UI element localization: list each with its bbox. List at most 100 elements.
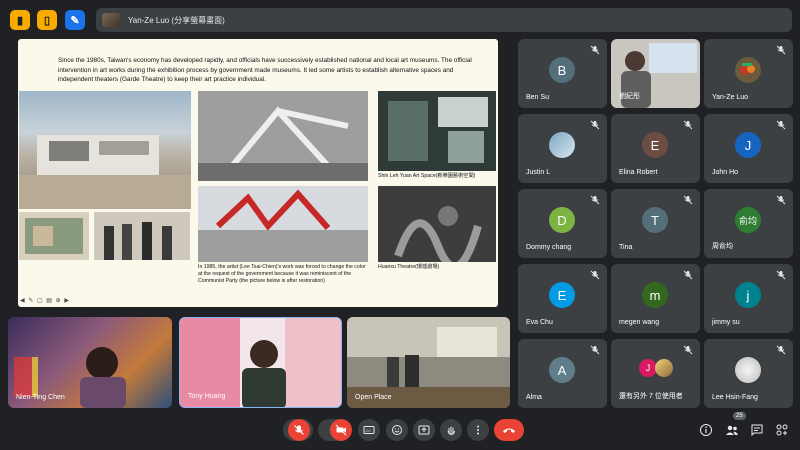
participant-name: Elina Robert (619, 169, 658, 176)
participant-tile[interactable]: B Ben Su (518, 39, 607, 108)
participant-name: Tony Huang (188, 393, 226, 400)
present-icon (418, 425, 430, 435)
participant-name: Tina (619, 244, 633, 251)
participant-name: 周俞均 (712, 243, 733, 250)
participant-name: Dommy chang (526, 244, 572, 251)
avatar: T (642, 207, 668, 233)
video-tile-open-place[interactable]: Open Place (347, 317, 510, 408)
participant-tile[interactable]: 俞均周俞均 (704, 189, 793, 258)
avatar (549, 132, 575, 158)
avatar: m (642, 282, 668, 308)
mic-off-icon (294, 425, 304, 435)
avatar (655, 359, 673, 377)
mic-off-icon (683, 270, 693, 280)
avatar: A (549, 357, 575, 383)
participant-count-badge: 25 (733, 412, 746, 420)
participant-name: megen wang (619, 319, 660, 326)
camera-toggle-button[interactable] (330, 419, 352, 441)
camera-off-icon (335, 424, 347, 436)
participant-name: John Ho (712, 169, 739, 176)
photo-red-sculpture (198, 186, 368, 262)
participant-tile[interactable]: A Alma (518, 339, 607, 408)
mic-off-icon (683, 195, 693, 205)
mic-off-icon (683, 120, 693, 130)
present-button[interactable] (413, 419, 435, 441)
caption-lee-tsai-chien: In 1985, the artist (Lee Tsai-Chien)'s w… (198, 264, 366, 284)
mic-off-icon (590, 270, 600, 280)
participant-name: 還有另外 7 位使用者 (619, 393, 683, 400)
raise-hand-button[interactable] (440, 419, 462, 441)
mic-off-icon (776, 45, 786, 55)
app-icon-3[interactable]: ✎ (65, 10, 85, 30)
participant-name: Alma (526, 394, 542, 401)
emoji-button[interactable] (386, 419, 408, 441)
participant-tile[interactable]: E Elina Robert (611, 114, 700, 183)
participant-tile[interactable]: D Dommy chang (518, 189, 607, 258)
participant-name: Yan-Ze Luo (712, 94, 749, 101)
participant-tile[interactable]: j jimmy su (704, 264, 793, 333)
captions-button[interactable]: CC (358, 419, 380, 441)
shared-screen-slide: Since the 1980s, Taiwan's economy has de… (18, 39, 498, 307)
info-icon[interactable] (699, 423, 713, 437)
avatar: E (642, 132, 668, 158)
app-icon-1[interactable]: ▮ (10, 10, 30, 30)
participant-name: Nien-Ting Chen (16, 394, 65, 401)
photo-art-space (378, 91, 496, 171)
participant-tile[interactable]: J John Ho (704, 114, 793, 183)
participant-name: Eva Chu (526, 319, 553, 326)
chat-icon[interactable] (750, 423, 764, 437)
captions-icon: CC (363, 426, 375, 434)
more-icon (477, 425, 479, 435)
avatar: j (735, 282, 761, 308)
meeting-controls: CC (0, 410, 800, 450)
app-icon-2[interactable]: ▯ (37, 10, 57, 30)
video-tile-nien-ting[interactable]: Nien-Ting Chen (8, 317, 172, 408)
avatar: 俞均 (735, 207, 761, 233)
top-bar: ▮ ▯ ✎ Yan-Ze Luo (分享螢幕畫面) (0, 0, 800, 36)
participant-tile[interactable]: Lee Hsin-Fang (704, 339, 793, 408)
participant-tile[interactable]: 劉紀彤 (611, 39, 700, 108)
activities-icon[interactable] (775, 423, 789, 437)
svg-text:CC: CC (366, 428, 372, 433)
mic-off-icon (590, 345, 600, 355)
photo-sculpture (198, 91, 368, 181)
slide-paragraph: Since the 1980s, Taiwan's economy has de… (58, 57, 472, 84)
avatar (735, 57, 761, 83)
participant-tile[interactable]: J 還有另外 7 位使用者 (611, 339, 700, 408)
caption-huanxu: Huanxu Theatre(環墟劇場) (378, 264, 440, 270)
mic-toggle-button[interactable] (288, 419, 310, 441)
photo-painting (19, 212, 89, 260)
mic-off-icon (590, 120, 600, 130)
participant-name: Lee Hsin-Fang (712, 394, 758, 401)
avatar: B (549, 57, 575, 83)
photo-officials (94, 212, 190, 260)
mic-off-icon (776, 120, 786, 130)
caption-shin-leh-yuan: Shin Leh Yuan Art Space(新樂園藝術空間) (378, 173, 476, 179)
participant-tile[interactable]: Yan-Ze Luo (704, 39, 793, 108)
avatar (735, 357, 761, 383)
participant-tile[interactable]: E Eva Chu (518, 264, 607, 333)
mic-off-icon (776, 345, 786, 355)
presenter-banner[interactable]: Yan-Ze Luo (分享螢幕畫面) (96, 8, 792, 32)
presenter-label: Yan-Ze Luo (分享螢幕畫面) (128, 15, 225, 25)
raise-hand-icon (447, 426, 455, 436)
leave-call-button[interactable] (494, 419, 524, 441)
avatar: J (735, 132, 761, 158)
people-icon[interactable] (725, 423, 739, 437)
participant-name: Ben Su (526, 94, 549, 101)
slide-toolbar[interactable]: ◀ ✎ ▢ ▤ ⊕ ▶ (20, 297, 70, 304)
mic-off-icon (776, 270, 786, 280)
avatar: E (549, 282, 575, 308)
participant-tile[interactable]: T Tina (611, 189, 700, 258)
emoji-icon (392, 425, 402, 435)
participant-tile[interactable]: Justin L (518, 114, 607, 183)
participant-name: Justin L (526, 169, 551, 176)
avatar: D (549, 207, 575, 233)
mic-off-icon (590, 195, 600, 205)
mic-off-icon (683, 345, 693, 355)
photo-theatre (378, 186, 496, 262)
participant-tile[interactable]: m megen wang (611, 264, 700, 333)
more-options-button[interactable] (467, 419, 489, 441)
participant-name: 劉紀彤 (619, 93, 640, 100)
video-tile-tony[interactable]: Tony Huang (179, 317, 342, 408)
